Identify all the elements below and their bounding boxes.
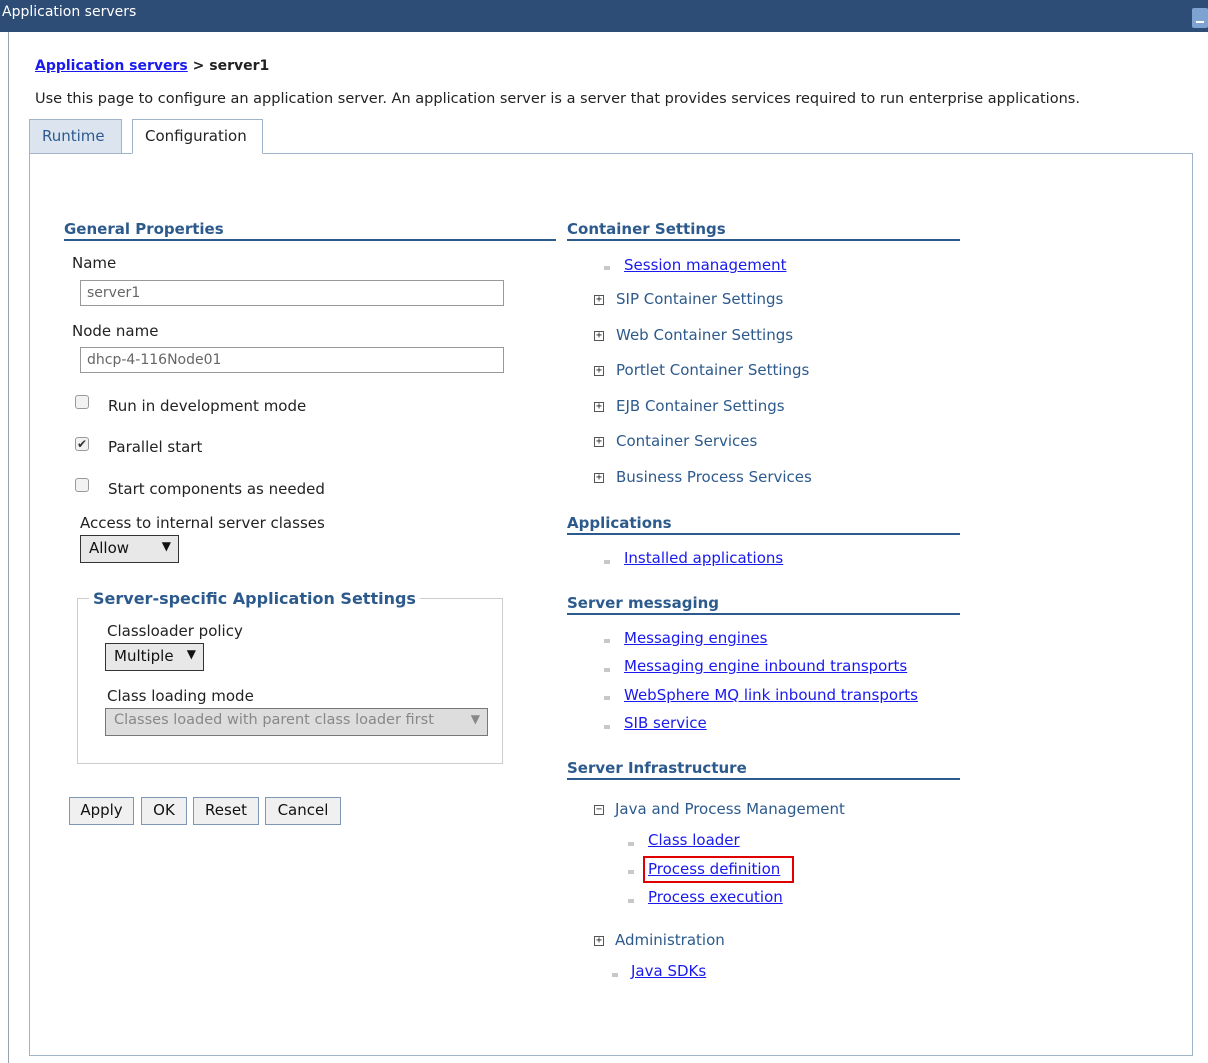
java-process-management[interactable]: Java and Process Management bbox=[615, 800, 845, 818]
process-definition-link[interactable]: Process definition bbox=[648, 860, 780, 878]
installed-applications-link[interactable]: Installed applications bbox=[624, 549, 783, 567]
general-properties-heading: General Properties bbox=[64, 219, 556, 241]
classloader-policy-value: Multiple bbox=[114, 647, 174, 665]
messaging-engines-link[interactable]: Messaging engines bbox=[624, 629, 767, 647]
checkmark-icon: ✔ bbox=[76, 437, 88, 451]
start-components-checkbox[interactable] bbox=[75, 478, 89, 492]
class-loader-link[interactable]: Class loader bbox=[648, 831, 740, 849]
chevron-down-icon: ▼ bbox=[186, 647, 196, 661]
expand-icon[interactable]: + bbox=[594, 295, 604, 305]
messaging-engine-inbound-link[interactable]: Messaging engine inbound transports bbox=[624, 657, 907, 675]
access-label: Access to internal server classes bbox=[80, 514, 325, 532]
tab-runtime[interactable]: Runtime bbox=[29, 119, 122, 153]
classloader-policy-label: Classloader policy bbox=[107, 622, 243, 640]
minimize-icon[interactable] bbox=[1192, 8, 1208, 28]
class-loading-mode-label: Class loading mode bbox=[107, 687, 254, 705]
bullet-icon bbox=[604, 725, 610, 729]
bullet-icon bbox=[628, 842, 634, 846]
parallel-start-label: Parallel start bbox=[108, 438, 203, 456]
expand-icon[interactable]: + bbox=[594, 331, 604, 341]
portlet-container-settings[interactable]: Portlet Container Settings bbox=[616, 361, 809, 379]
process-execution-link[interactable]: Process execution bbox=[648, 888, 783, 906]
frame-border bbox=[8, 32, 9, 1063]
class-loading-mode-select[interactable]: Classes loaded with parent class loader … bbox=[105, 708, 488, 736]
page-description: Use this page to configure an applicatio… bbox=[35, 91, 1080, 107]
expand-icon[interactable]: + bbox=[594, 402, 604, 412]
chevron-down-icon: ▼ bbox=[470, 712, 480, 726]
ejb-container-settings[interactable]: EJB Container Settings bbox=[616, 397, 785, 415]
web-container-settings[interactable]: Web Container Settings bbox=[616, 326, 793, 344]
classloader-policy-select[interactable]: Multiple ▼ bbox=[105, 643, 204, 671]
cancel-button[interactable]: Cancel bbox=[265, 797, 341, 825]
applications-heading: Applications bbox=[567, 513, 960, 535]
class-loading-mode-value: Classes loaded with parent class loader … bbox=[114, 712, 434, 728]
ok-button[interactable]: OK bbox=[141, 797, 187, 825]
bullet-icon bbox=[604, 639, 610, 643]
server-infrastructure-heading: Server Infrastructure bbox=[567, 758, 960, 780]
reset-button[interactable]: Reset bbox=[193, 797, 259, 825]
bullet-icon bbox=[628, 870, 634, 874]
breadcrumb-current: server1 bbox=[209, 58, 270, 74]
parallel-start-checkbox[interactable]: ✔ bbox=[75, 437, 89, 451]
sib-service-link[interactable]: SIB service bbox=[624, 714, 707, 732]
business-process-services[interactable]: Business Process Services bbox=[616, 468, 812, 486]
access-select[interactable]: Allow ▼ bbox=[80, 535, 179, 563]
app-settings-legend: Server-specific Application Settings bbox=[89, 589, 420, 608]
session-management-link[interactable]: Session management bbox=[624, 256, 786, 274]
bullet-icon bbox=[604, 560, 610, 564]
bullet-icon bbox=[612, 973, 618, 977]
expand-icon[interactable]: + bbox=[594, 366, 604, 376]
window-titlebar: Application servers bbox=[0, 0, 1208, 32]
expand-icon[interactable]: + bbox=[594, 473, 604, 483]
breadcrumb: Application servers > server1 bbox=[35, 58, 269, 74]
bullet-icon bbox=[604, 668, 610, 672]
container-services[interactable]: Container Services bbox=[616, 432, 757, 450]
collapse-icon[interactable]: − bbox=[594, 805, 604, 815]
java-sdks-link[interactable]: Java SDKs bbox=[631, 962, 706, 980]
start-components-label: Start components as needed bbox=[108, 480, 325, 498]
tab-configuration[interactable]: Configuration bbox=[132, 119, 263, 154]
administration-group[interactable]: Administration bbox=[615, 931, 725, 949]
bullet-icon bbox=[604, 696, 610, 700]
name-field[interactable]: server1 bbox=[80, 280, 504, 306]
name-label: Name bbox=[72, 254, 117, 272]
expand-icon[interactable]: + bbox=[594, 437, 604, 447]
window-title: Application servers bbox=[2, 4, 137, 20]
node-name-label: Node name bbox=[72, 322, 159, 340]
bullet-icon bbox=[628, 899, 634, 903]
access-select-value: Allow bbox=[89, 539, 130, 557]
websphere-mq-link[interactable]: WebSphere MQ link inbound transports bbox=[624, 686, 918, 704]
container-settings-heading: Container Settings bbox=[567, 219, 960, 241]
breadcrumb-application-servers-link[interactable]: Application servers bbox=[35, 58, 188, 74]
node-name-field[interactable]: dhcp-4-116Node01 bbox=[80, 347, 504, 373]
breadcrumb-separator: > bbox=[192, 58, 205, 74]
apply-button[interactable]: Apply bbox=[69, 797, 134, 825]
server-messaging-heading: Server messaging bbox=[567, 593, 960, 615]
bullet-icon bbox=[604, 266, 610, 270]
sip-container-settings[interactable]: SIP Container Settings bbox=[616, 290, 783, 308]
development-mode-label: Run in development mode bbox=[108, 397, 307, 415]
chevron-down-icon: ▼ bbox=[161, 539, 171, 553]
expand-icon[interactable]: + bbox=[594, 936, 604, 946]
development-mode-checkbox[interactable] bbox=[75, 395, 89, 409]
